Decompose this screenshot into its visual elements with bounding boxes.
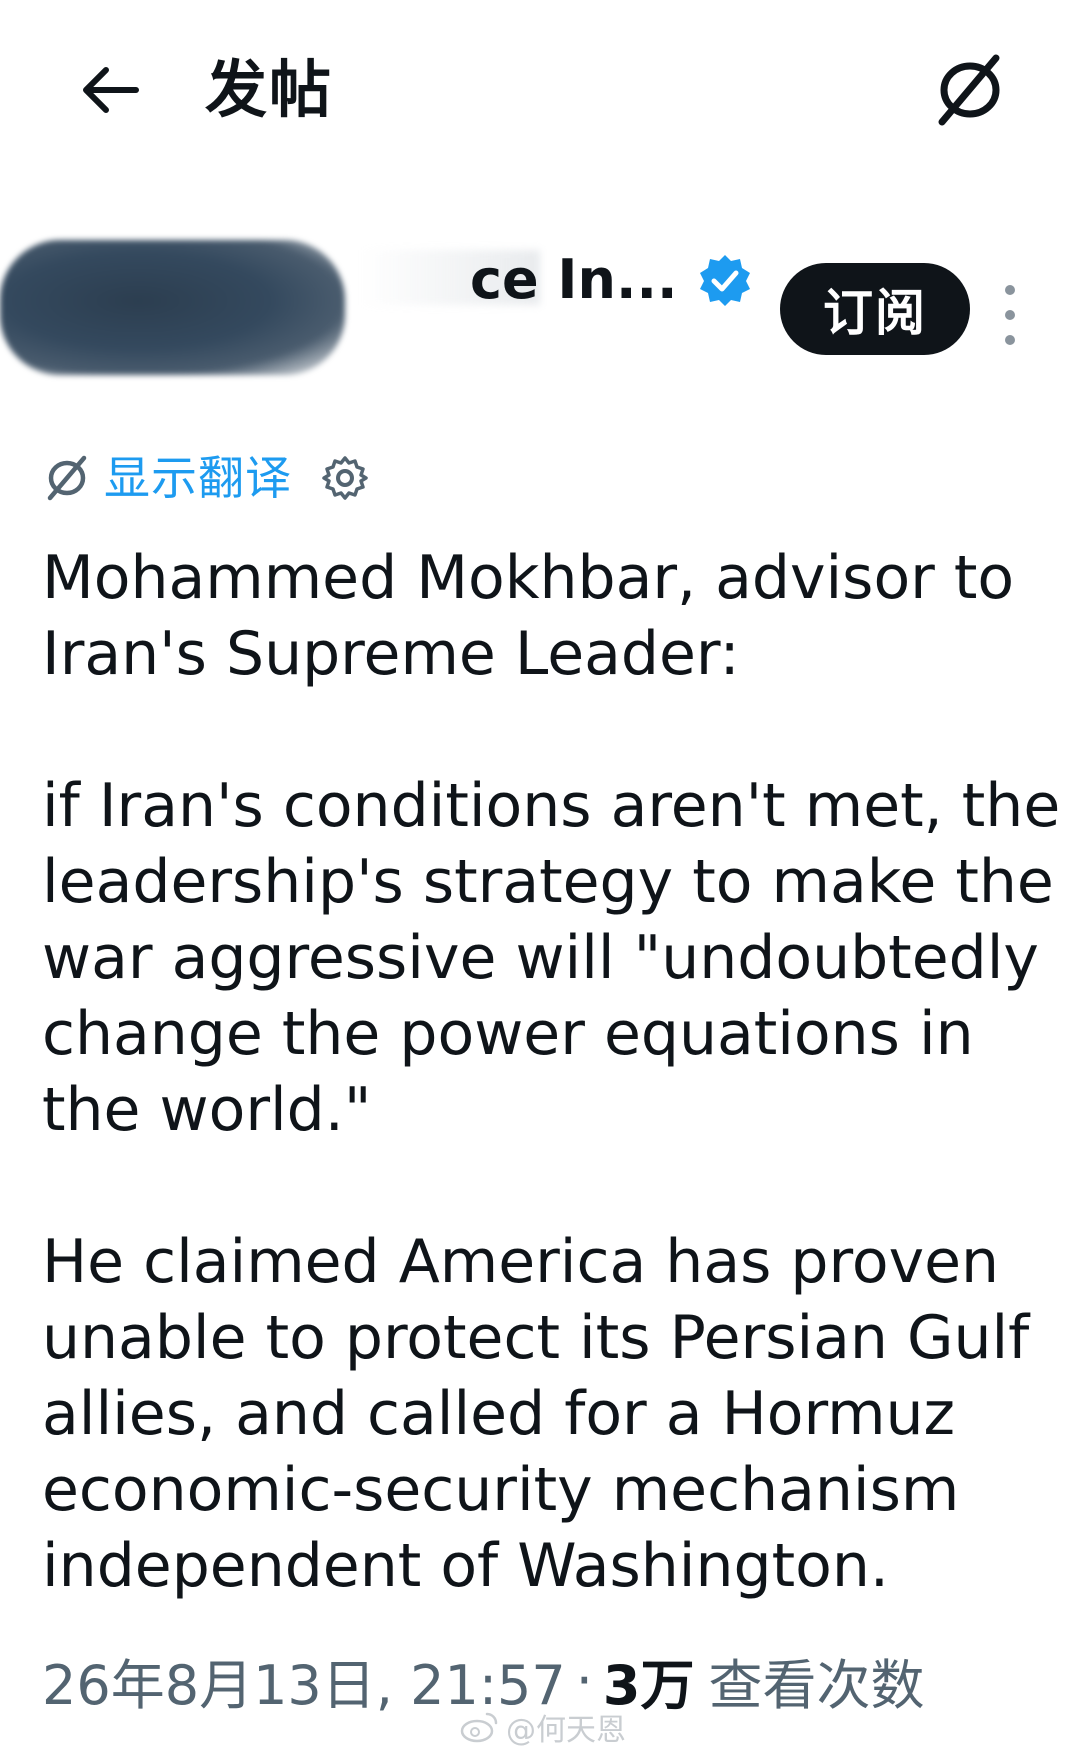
views-label[interactable]: 查看次数 (708, 1641, 924, 1720)
author-row: ce In... 订阅 (0, 215, 1080, 395)
author-name[interactable]: ce In... (470, 245, 678, 315)
subscribe-button[interactable]: 订阅 (780, 263, 970, 355)
post-paragraph: He claimed America has proven unable to … (42, 1227, 1030, 1601)
settings-gear-icon[interactable] (320, 453, 370, 503)
more-options-button[interactable] (990, 285, 1030, 345)
watermark-text: @何天恩 (506, 1713, 626, 1748)
avatar[interactable] (0, 240, 345, 375)
back-button[interactable] (70, 55, 150, 125)
weibo-icon (460, 1712, 498, 1743)
show-translation-link[interactable]: 显示翻译 (104, 448, 292, 508)
more-vertical-icon (1005, 285, 1015, 295)
post-body: Mohammed Mokhbar, advisor to Iran's Supr… (42, 540, 1062, 1604)
translate-icon (938, 54, 1000, 126)
verified-badge-icon (700, 255, 750, 306)
top-bar: 发帖 (0, 0, 1080, 180)
translation-row: 显示翻译 (42, 443, 370, 513)
back-arrow-icon (83, 67, 139, 113)
post-paragraph: if Iran's conditions aren't met, the lea… (42, 771, 1061, 1145)
meta-separator: · (575, 1648, 593, 1712)
post-paragraph: Mohammed Mokhbar, advisor to Iran's Supr… (42, 543, 1015, 689)
translate-icon (47, 455, 87, 501)
watermark: @何天恩 (460, 1705, 626, 1749)
page-title: 发帖 (205, 53, 334, 126)
translate-post-button[interactable] (925, 45, 1015, 135)
